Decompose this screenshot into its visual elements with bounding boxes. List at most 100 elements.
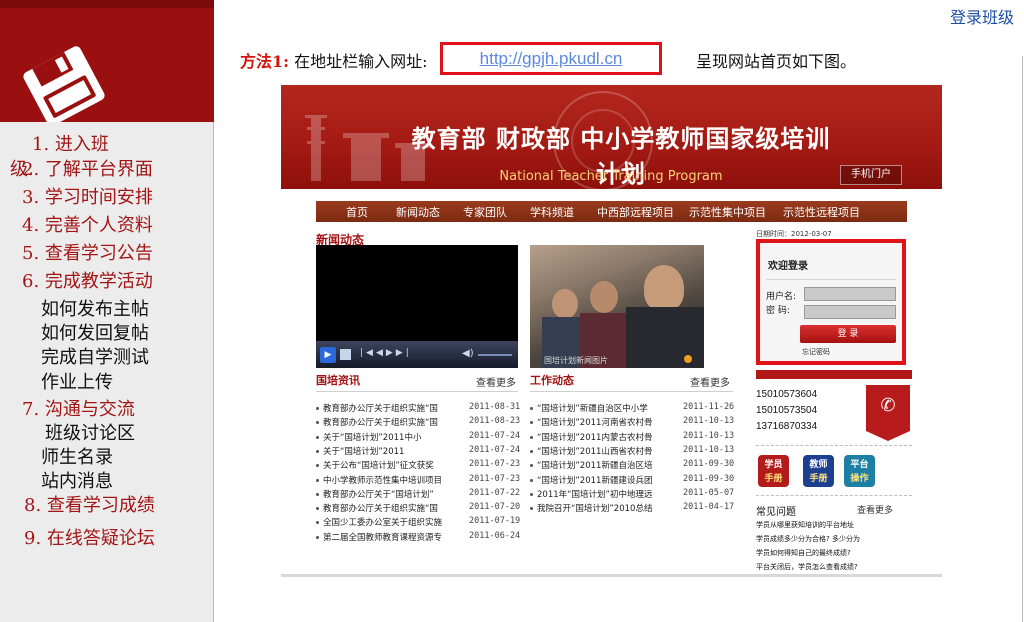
news-item-text: 教育部办公厅关于组织实施“国: [323, 504, 438, 515]
bullet-icon: [316, 521, 319, 525]
sidebar-subitem-class-forum[interactable]: 班级讨论区: [45, 422, 135, 446]
mobile-portal-button[interactable]: 手机门户: [840, 165, 902, 185]
login-button[interactable]: 登 录: [800, 325, 896, 343]
news-item-text: “国培计划”2011新疆自治区培: [537, 461, 653, 472]
section-dashed-divider: [756, 495, 912, 496]
stop-icon[interactable]: [340, 349, 351, 360]
site-url-link[interactable]: http://gpjh.pkudl.cn: [443, 49, 659, 69]
site-nav-experts[interactable]: 专家团队: [463, 204, 507, 220]
work-news-more-link[interactable]: 查看更多: [690, 374, 730, 389]
news-item-date: 2011-10-13: [683, 444, 735, 455]
bullet-icon: [530, 449, 533, 453]
sidebar-subitem-messages[interactable]: 站内消息: [41, 470, 113, 494]
news-item-text: 关于“国培计划”2011: [323, 446, 405, 457]
site-nav-demo-centralized[interactable]: 示范性集中项目: [689, 204, 766, 220]
bullet-icon: [530, 478, 533, 482]
phone-tag-tip: [866, 431, 910, 441]
sidebar-subitem-reply-post[interactable]: 如何发回复帖: [41, 322, 149, 346]
volume-slider[interactable]: [478, 354, 512, 356]
sidebar-item-announcements[interactable]: 5. 查看学习公告: [22, 242, 153, 266]
website-screenshot: 教育部 财政部 中小学教师国家级培训计划 National Teacher Tr…: [281, 85, 942, 577]
student-manual-line1: 学员: [764, 460, 783, 470]
site-nav-news[interactable]: 新闻动态: [396, 204, 440, 220]
news-item-text: 中小学教师示范性集中培训项目: [323, 475, 443, 486]
news-item-title[interactable]: “国培计划”新疆自治区中小学: [530, 402, 648, 414]
play-icon[interactable]: ▶: [320, 347, 336, 363]
seek-controls-icon[interactable]: |◀◀▶▶|: [360, 348, 412, 358]
column-divider: [316, 391, 518, 392]
bullet-icon: [530, 507, 533, 511]
site-banner: 教育部 财政部 中小学教师国家级培训计划 National Teacher Tr…: [281, 85, 942, 191]
sidebar-item-grades[interactable]: 8. 查看学习成绩: [24, 494, 155, 518]
news-item-title[interactable]: 教育部办公厅关于组织实施“国: [316, 502, 438, 514]
news-photo[interactable]: 国培计划新闻图片: [530, 245, 704, 368]
news-item-text: “国培计划”2011新疆建设兵团: [537, 475, 653, 486]
faq-item[interactable]: 学员如何得知自己的最终成绩?: [756, 548, 851, 558]
password-input[interactable]: [804, 305, 896, 319]
news-item-title[interactable]: 全国少工委办公室关于组织实施: [316, 516, 442, 528]
login-class-link[interactable]: 登录班级: [950, 4, 1014, 28]
news-item-text: “国培计划”2011内蒙古农村骨: [537, 432, 653, 443]
news-item-title[interactable]: 中小学教师示范性集中培训项目: [316, 474, 442, 486]
sidebar-item-qa-forum[interactable]: 9. 在线答疑论坛: [24, 527, 155, 551]
news-item-date: 2011-10-13: [683, 416, 735, 427]
news-item-text: 教育部办公厅关于组织实施“国: [323, 418, 438, 429]
site-nav-home[interactable]: 首页: [346, 204, 368, 220]
sidebar-subitem-post-topic[interactable]: 如何发布主帖: [41, 298, 149, 322]
student-manual-button[interactable]: 学员 手册: [758, 455, 789, 487]
faq-item[interactable]: 学员成绩多少分为合格? 多少分为: [756, 534, 860, 544]
news-item-title[interactable]: 教育部办公厅关于“国培计划”: [316, 488, 434, 500]
volume-icon[interactable]: ◀): [462, 348, 474, 359]
news-item-title[interactable]: 教育部办公厅关于组织实施“国: [316, 416, 438, 428]
site-nav-central-west[interactable]: 中西部远程项目: [597, 204, 674, 220]
news-item-title[interactable]: 我院召开“国培计划”2010总结: [530, 502, 652, 514]
faq-more-link[interactable]: 查看更多: [857, 503, 893, 516]
teacher-manual-button[interactable]: 教师 手册: [803, 455, 834, 487]
news-item-date: 2011-07-23: [469, 459, 521, 470]
work-news-heading: 工作动态: [530, 374, 574, 387]
bullet-icon: [316, 478, 319, 482]
site-nav-demo-remote[interactable]: 示范性远程项目: [783, 204, 860, 220]
slide-indicator[interactable]: [684, 355, 692, 363]
sidebar-item-enter-class[interactable]: 1. 进入班: [32, 133, 109, 157]
faq-item[interactable]: 学员从哪里获知培训的平台地址: [756, 520, 854, 530]
sidebar-subitem-directory[interactable]: 师生名录: [41, 446, 113, 470]
phone-icon: ✆: [880, 395, 896, 416]
news-item-title[interactable]: “国培计划”2011新疆建设兵团: [530, 474, 652, 486]
site-nav-subjects[interactable]: 学科频道: [530, 204, 574, 220]
guopei-news-more-link[interactable]: 查看更多: [476, 374, 516, 389]
sidebar-item-communication[interactable]: 7. 沟通与交流: [22, 398, 135, 422]
faq-item[interactable]: 平台关闭后，学员怎么查看成绩?: [756, 562, 858, 572]
news-item-date: 2011-07-24: [469, 430, 521, 441]
news-item-title[interactable]: 关于“国培计划”2011中小: [316, 431, 421, 443]
news-item-text: “国培计划”2011山西省农村骨: [537, 446, 653, 457]
news-item-title[interactable]: 关于公布“国培计划”征文获奖: [316, 459, 434, 471]
news-item-title[interactable]: 教育部办公厅关于组织实施“国: [316, 402, 438, 414]
sidebar-subitem-self-test[interactable]: 完成自学测试: [41, 346, 149, 370]
sidebar-item-personal-profile[interactable]: 4. 完善个人资料: [22, 214, 153, 238]
news-item-title[interactable]: “国培计划”2011河南省农村骨: [530, 416, 652, 428]
sidebar-item-teaching-activities[interactable]: 6. 完成教学活动: [22, 270, 153, 294]
news-item-title[interactable]: “国培计划”2011山西省农村骨: [530, 445, 652, 457]
forgot-password-link[interactable]: 忘记密码: [802, 347, 830, 357]
phone-number: 13716870334: [756, 421, 818, 432]
news-item-date: 2011-07-20: [469, 502, 521, 513]
news-item-title[interactable]: “国培计划”2011新疆自治区培: [530, 459, 652, 471]
platform-guide-button[interactable]: 平台 操作: [844, 455, 875, 487]
date-display: 日期时间：2012-03-07: [756, 230, 832, 238]
news-item-title[interactable]: 关于“国培计划”2011: [316, 445, 404, 457]
news-item-text: 关于“国培计划”2011中小: [323, 432, 422, 443]
faq-title: 常见问题: [756, 507, 796, 518]
sidebar-item-platform-interface[interactable]: 2. 了解平台界面: [22, 158, 153, 182]
news-item-text: “国培计划”2011河南省农村骨: [537, 418, 653, 429]
instruction-text: 在地址栏输入网址:: [294, 52, 428, 71]
news-item-title[interactable]: 2011年“国培计划”初中地理远: [530, 488, 652, 500]
news-item-title[interactable]: 第二届全国教师教育课程资源专: [316, 531, 442, 543]
news-item-title[interactable]: “国培计划”2011内蒙古农村骨: [530, 431, 652, 443]
sidebar-item-study-schedule[interactable]: 3. 学习时间安排: [22, 186, 153, 210]
news-item-date: 2011-07-24: [469, 444, 521, 455]
news-item-date: 2011-04-17: [683, 502, 735, 513]
sidebar-subitem-homework-upload[interactable]: 作业上传: [41, 371, 113, 395]
platform-guide-line2: 操作: [850, 474, 869, 484]
username-input[interactable]: [804, 287, 896, 301]
